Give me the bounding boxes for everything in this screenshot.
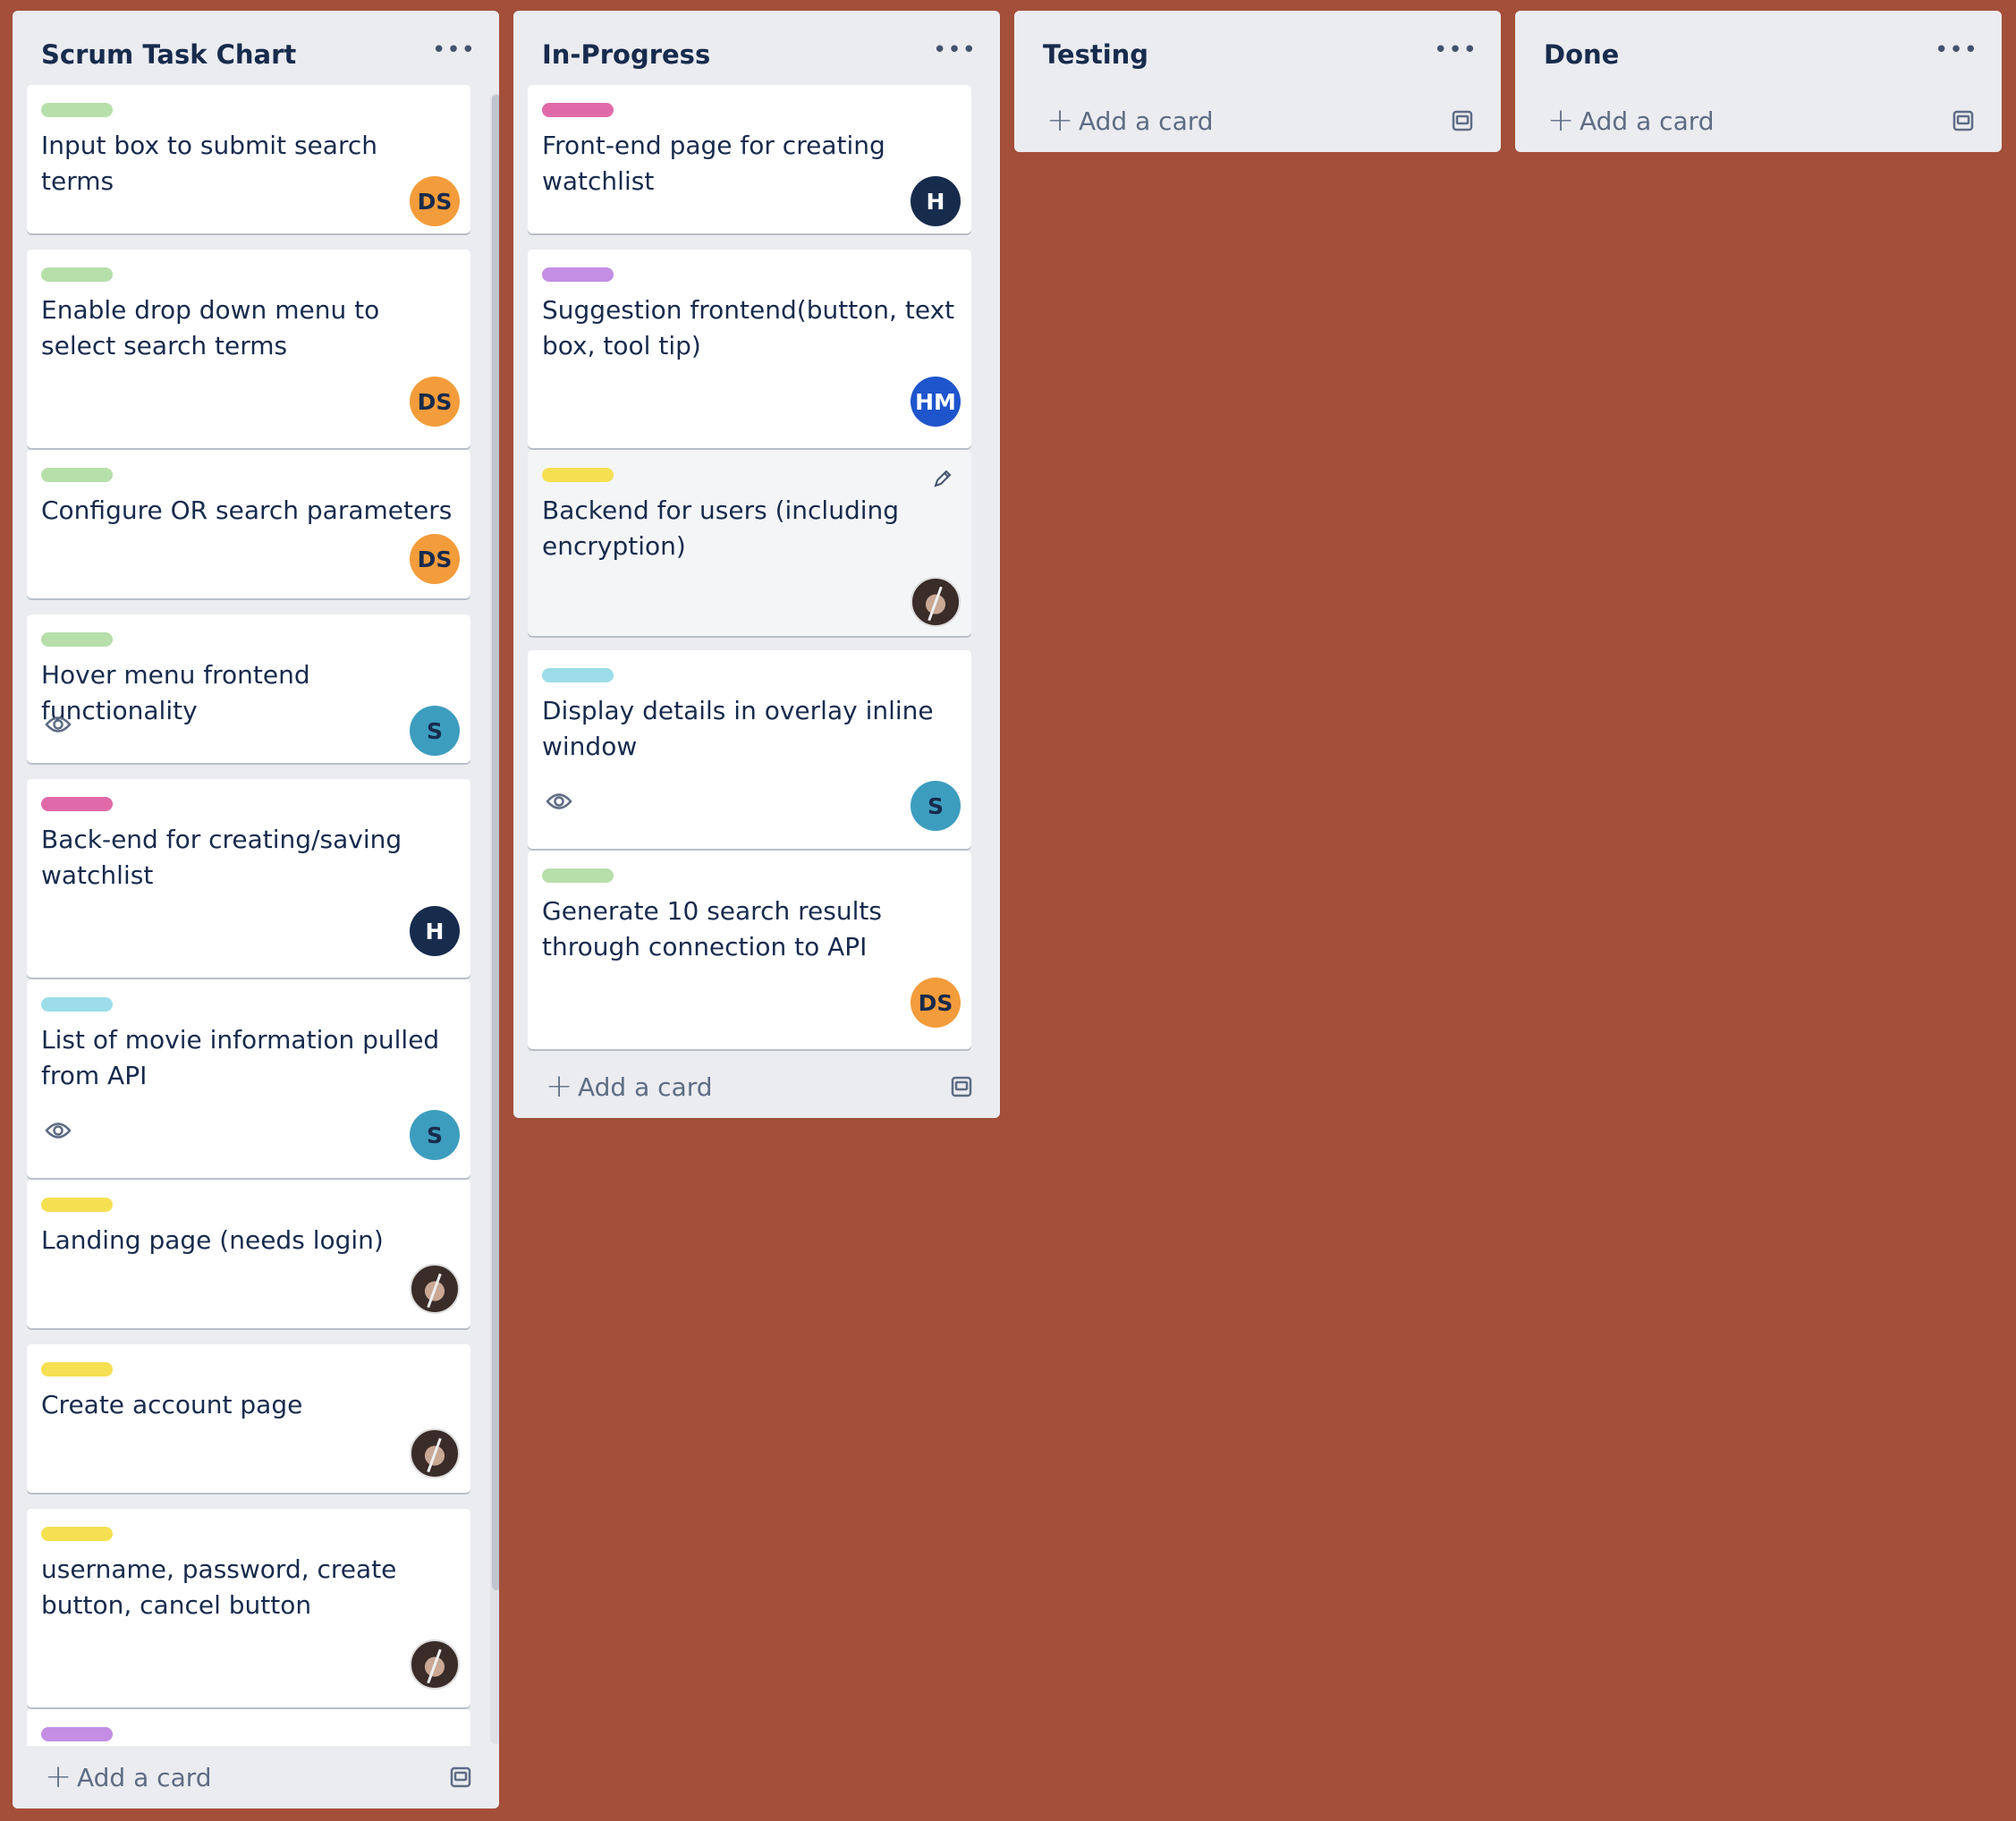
card[interactable]: Back-end for creating/saving watchlist H	[27, 779, 470, 978]
card-label[interactable]	[41, 797, 113, 811]
card-label[interactable]	[542, 868, 614, 883]
avatar[interactable]: S	[410, 1110, 460, 1160]
plus-icon[interactable]: +	[1046, 105, 1073, 137]
list-title[interactable]: In-Progress	[542, 39, 710, 70]
card[interactable]: Configure OR search parameters DS	[27, 450, 470, 598]
more-options-icon[interactable]: •••	[432, 38, 476, 62]
card-title: Hover menu frontend functionality	[41, 660, 310, 725]
card[interactable]: Generate 10 search results through conne…	[528, 851, 971, 1049]
card-template-icon[interactable]	[449, 1766, 472, 1789]
card-template-icon[interactable]	[1952, 109, 1975, 132]
card[interactable]: Display details in overlay inline window…	[528, 650, 971, 849]
more-options-icon[interactable]: •••	[1434, 38, 1478, 62]
list-in-progress: In-Progress ••• Front-end page for creat…	[513, 11, 1000, 1118]
plus-icon[interactable]: +	[546, 1071, 572, 1103]
card-title: Back-end for creating/saving watchlist	[41, 825, 402, 890]
list-scrum-task-chart: Scrum Task Chart ••• Input box to submit…	[13, 11, 499, 1808]
avatar[interactable]: S	[410, 706, 460, 756]
avatar[interactable]: DS	[410, 176, 460, 226]
avatar-photo[interactable]	[410, 1639, 460, 1690]
card-label[interactable]	[41, 632, 113, 647]
avatar[interactable]: H	[911, 176, 961, 226]
plus-icon[interactable]: +	[45, 1761, 72, 1793]
list-header: Done •••	[1515, 11, 2002, 80]
card-title: Enable drop down menu to select search t…	[41, 295, 380, 360]
card-template-icon[interactable]	[1451, 109, 1474, 132]
scrollbar[interactable]	[490, 93, 499, 1744]
card[interactable]: List of movie information pulled from AP…	[27, 979, 470, 1178]
card-label[interactable]	[542, 103, 614, 117]
avatar[interactable]: H	[410, 906, 460, 956]
list-header: Scrum Task Chart •••	[13, 11, 499, 80]
card-label[interactable]	[41, 1727, 113, 1741]
list-done: Done ••• + Add a card	[1515, 11, 2002, 152]
card[interactable]: Front-end page for creating watchlist H	[528, 85, 971, 233]
avatar-photo[interactable]	[410, 1264, 460, 1314]
card-title: Display details in overlay inline window	[542, 696, 934, 761]
card[interactable]: Suggestion frontend(button, text box, to…	[528, 250, 971, 448]
card-label[interactable]	[41, 468, 113, 482]
avatar[interactable]: DS	[410, 377, 460, 427]
list-header: Testing •••	[1014, 11, 1501, 80]
card-title: Landing page (needs login)	[41, 1225, 384, 1255]
eye-icon	[546, 793, 572, 809]
add-card-row: + Add a card	[13, 1746, 499, 1808]
avatar[interactable]: S	[911, 781, 961, 831]
card-label[interactable]	[542, 668, 614, 682]
card-title: username, password, create button, cance…	[41, 1554, 397, 1620]
card-title: Create account page	[41, 1390, 303, 1419]
avatar-photo[interactable]	[911, 577, 961, 627]
card-label[interactable]	[41, 1527, 113, 1541]
add-card-row: + Add a card	[513, 1055, 1000, 1118]
card[interactable]: username, password, create button, cance…	[27, 1509, 470, 1707]
list-header: In-Progress •••	[513, 11, 1000, 80]
card-title: Suggestion frontend(button, text box, to…	[542, 295, 955, 360]
eye-icon	[45, 1122, 72, 1139]
scrollbar-thumb[interactable]	[492, 95, 499, 1590]
add-card-row: + Add a card	[1014, 89, 1501, 152]
pencil-icon[interactable]	[932, 468, 953, 489]
plus-icon[interactable]: +	[1547, 105, 1574, 137]
card[interactable]: Landing page (needs login)	[27, 1180, 470, 1328]
card-title: Generate 10 search results through conne…	[542, 896, 882, 961]
card-title: Backend for users (including encryption)	[542, 495, 900, 561]
add-card-button[interactable]: Add a card	[1079, 106, 1214, 136]
more-options-icon[interactable]: •••	[1935, 38, 1978, 62]
list-title[interactable]: Done	[1544, 39, 1619, 70]
avatar[interactable]: DS	[911, 978, 961, 1028]
list-testing: Testing ••• + Add a card	[1014, 11, 1501, 152]
avatar[interactable]: DS	[410, 534, 460, 584]
card-title: List of movie information pulled from AP…	[41, 1025, 440, 1090]
card[interactable]: Hover menu frontend functionality S	[27, 614, 470, 763]
eye-icon	[45, 716, 72, 733]
avatar-photo[interactable]	[410, 1428, 460, 1478]
card[interactable]: Enable drop down menu to select search t…	[27, 250, 470, 448]
add-card-button[interactable]: Add a card	[77, 1763, 212, 1792]
card[interactable]: Backend for users (including encryption)	[528, 450, 971, 636]
card-label[interactable]	[41, 1198, 113, 1212]
card-title: Front-end page for creating watchlist	[542, 131, 885, 196]
avatar[interactable]: HM	[911, 377, 961, 427]
card-title: Configure OR search parameters	[41, 495, 453, 525]
more-options-icon[interactable]: •••	[933, 38, 977, 62]
card-label[interactable]	[41, 997, 113, 1012]
card-label[interactable]	[542, 468, 614, 482]
list-title[interactable]: Scrum Task Chart	[41, 39, 296, 70]
list-title[interactable]: Testing	[1043, 39, 1148, 70]
card[interactable]: Input box to submit search terms DS	[27, 85, 470, 233]
add-card-button[interactable]: Add a card	[578, 1072, 713, 1102]
card-label[interactable]	[41, 267, 113, 282]
card-title: Input box to submit search terms	[41, 131, 377, 196]
card-template-icon[interactable]	[950, 1075, 973, 1098]
card-label[interactable]	[542, 267, 614, 282]
card-label[interactable]	[41, 1362, 113, 1376]
add-card-button[interactable]: Add a card	[1580, 106, 1715, 136]
card-label[interactable]	[41, 103, 113, 117]
card[interactable]: Create account page	[27, 1344, 470, 1493]
add-card-row: + Add a card	[1515, 89, 2002, 152]
